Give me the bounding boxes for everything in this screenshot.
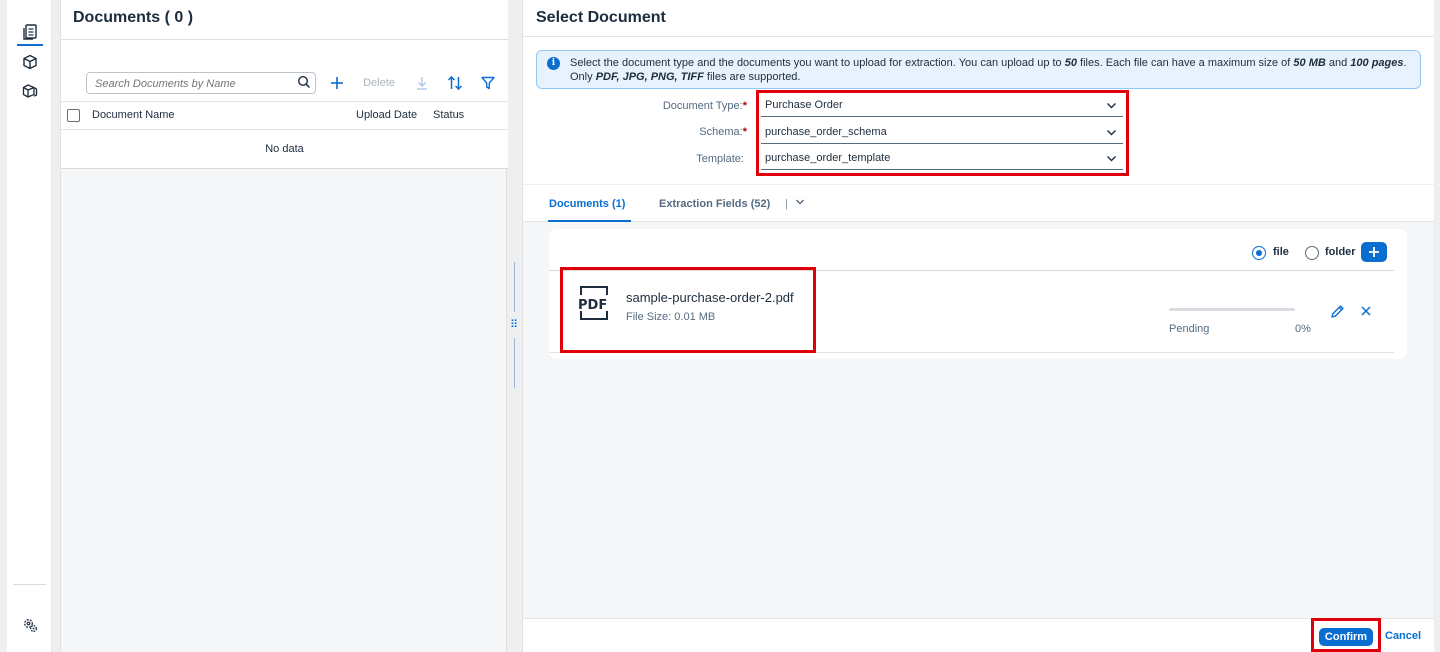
tab-bar: Documents (1) Extraction Fields (52) | <box>523 184 1434 222</box>
search-box[interactable] <box>86 72 316 94</box>
add-document-button[interactable] <box>327 72 347 94</box>
dialog-footer: Confirm Cancel <box>523 618 1434 652</box>
documents-list-title: Documents ( 0 ) <box>73 9 194 26</box>
radio-file[interactable] <box>1252 246 1266 260</box>
documents-list-header: Documents ( 0 ) <box>61 0 508 40</box>
documents-list-toolbar <box>61 40 508 102</box>
filter-button[interactable] <box>478 72 498 94</box>
download-icon <box>417 77 427 90</box>
tab-extraction-fields[interactable]: Extraction Fields (52) <box>659 198 770 210</box>
remove-file-button[interactable] <box>1360 305 1372 320</box>
documents-list-panel: Documents ( 0 ) Delete Document Name Upl… <box>60 0 508 652</box>
download-button[interactable] <box>413 72 431 94</box>
cancel-button[interactable]: Cancel <box>1385 630 1421 642</box>
side-navigation <box>7 0 52 652</box>
plus-icon <box>1369 247 1379 257</box>
select-document-title: Select Document <box>536 9 666 26</box>
nav-item-documents[interactable] <box>17 20 43 46</box>
drag-handle-icon[interactable]: ⠿ <box>510 318 518 331</box>
pencil-icon <box>1331 305 1344 318</box>
document-type-label: Document Type:* <box>662 100 747 112</box>
search-documents-input[interactable] <box>95 76 295 91</box>
schema-label: Schema:* <box>699 126 747 138</box>
no-data-row: No data <box>61 130 508 169</box>
upload-percent: 0% <box>1295 323 1311 335</box>
highlight-box-form <box>756 90 1129 176</box>
column-document-name[interactable]: Document Name <box>92 109 175 121</box>
panel-splitter[interactable]: ⠿ <box>510 262 518 388</box>
plus-icon <box>331 77 343 89</box>
upload-progress-bar <box>1169 308 1295 311</box>
sort-icon <box>447 76 463 90</box>
nav-item-settings[interactable] <box>17 612 43 638</box>
filter-icon <box>481 76 495 90</box>
nav-item-cube[interactable] <box>17 49 43 75</box>
highlight-box-file <box>560 267 816 353</box>
documents-icon <box>23 24 37 40</box>
info-message-text: Select the document type and the documen… <box>570 57 1407 83</box>
highlight-box-confirm <box>1311 618 1381 652</box>
search-icon[interactable] <box>297 75 311 92</box>
documents-table-header: Document Name Upload Date Status <box>61 101 508 130</box>
cubes-icon <box>22 84 38 98</box>
active-tab-indicator <box>548 220 631 222</box>
upload-status: Pending <box>1169 323 1210 335</box>
settings-icon <box>24 619 37 632</box>
chevron-down-icon <box>795 199 804 205</box>
template-label: Template: <box>696 153 744 165</box>
tab-documents[interactable]: Documents (1) <box>549 198 625 210</box>
column-status[interactable]: Status <box>433 109 464 121</box>
column-upload-date[interactable]: Upload Date <box>356 109 417 121</box>
cube-icon <box>23 54 37 70</box>
select-document-header: Select Document i Select the document ty… <box>523 0 1434 184</box>
sort-button[interactable] <box>445 72 465 94</box>
radio-file-label[interactable]: file <box>1273 246 1289 258</box>
tab-overflow-button[interactable]: | <box>785 197 805 210</box>
info-icon: i <box>547 57 560 70</box>
add-file-button[interactable] <box>1361 242 1387 262</box>
select-document-panel: Select Document i Select the document ty… <box>522 0 1434 652</box>
radio-folder-label[interactable]: folder <box>1325 246 1356 258</box>
nav-item-cubes[interactable] <box>17 78 43 104</box>
info-message-strip: i Select the document type and the docum… <box>536 50 1421 89</box>
edit-file-button[interactable] <box>1330 304 1345 322</box>
delete-button[interactable]: Delete <box>357 72 401 94</box>
close-icon <box>1361 306 1371 316</box>
nav-separator <box>13 584 46 585</box>
radio-folder[interactable] <box>1305 246 1319 260</box>
select-all-checkbox[interactable] <box>67 109 80 122</box>
